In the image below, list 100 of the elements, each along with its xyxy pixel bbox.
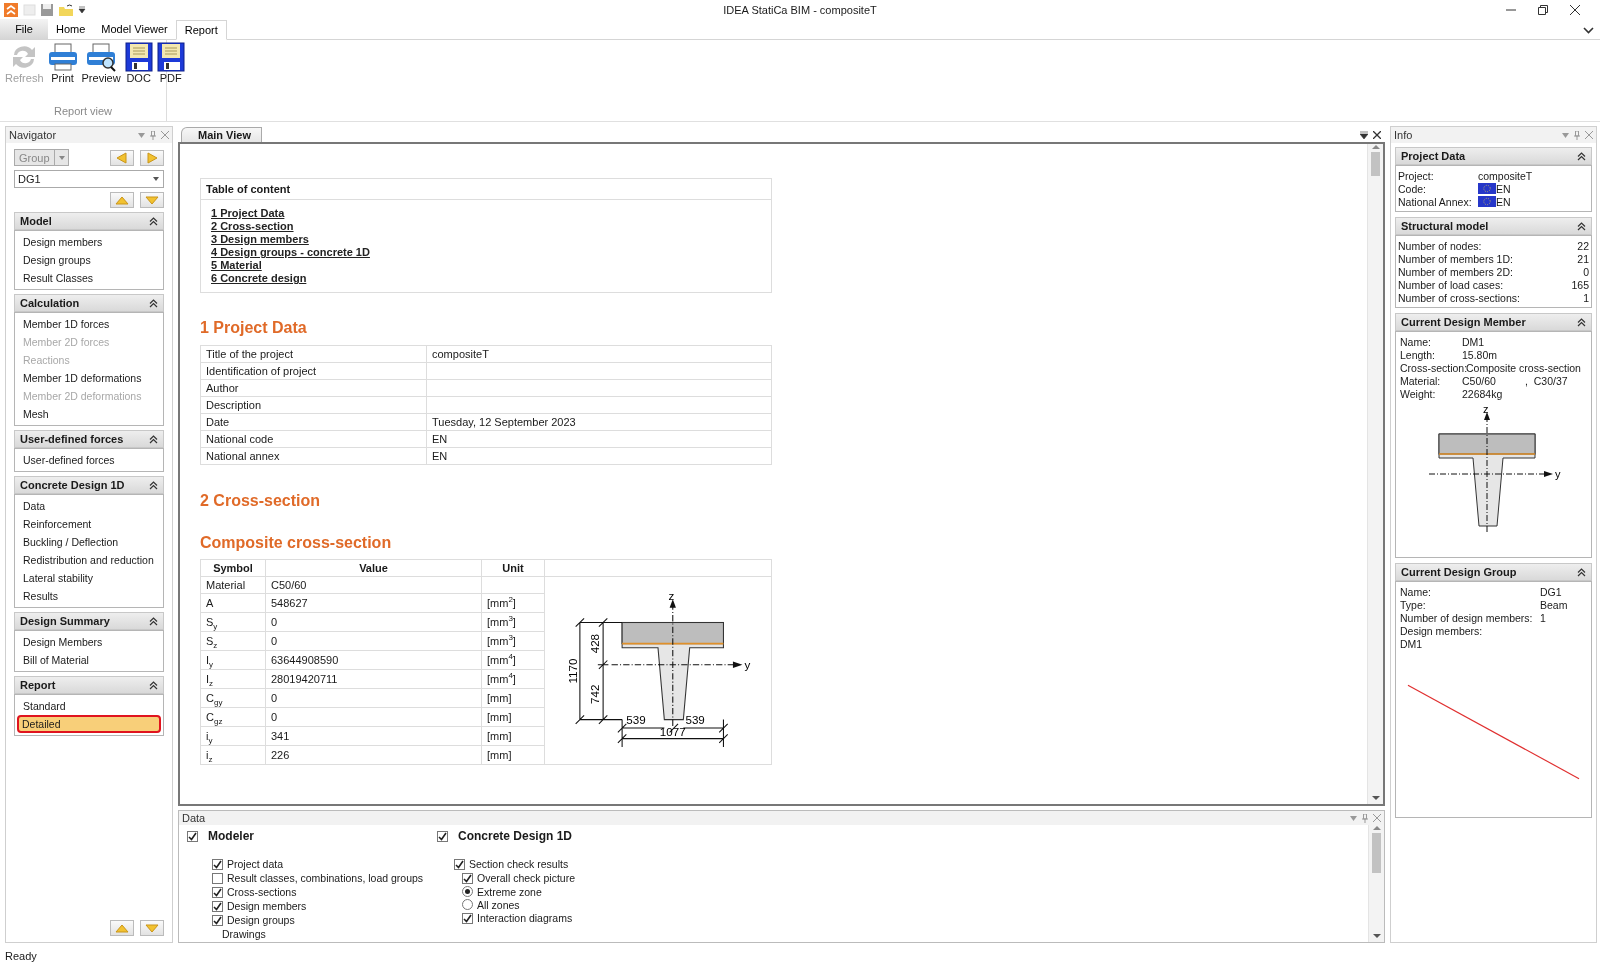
ribbon-button[interactable]: PDF — [155, 42, 186, 84]
restore-icon[interactable] — [1538, 5, 1548, 15]
toc-link[interactable]: 4 Design groups - concrete 1D — [211, 246, 370, 258]
close-icon[interactable] — [1570, 5, 1580, 15]
checkbox[interactable] — [212, 900, 223, 912]
collapse-icon[interactable] — [1577, 317, 1586, 327]
checkbox[interactable] — [187, 830, 198, 842]
ribbon-button[interactable]: Preview — [80, 42, 122, 84]
pin-icon[interactable] — [1574, 130, 1580, 140]
navigator-item[interactable]: Lateral stability — [17, 569, 161, 587]
table-cell: S$_{z}$ — [200, 631, 266, 651]
scrollbar-thumb[interactable] — [1372, 833, 1381, 873]
toc-link[interactable]: 2 Cross-section — [211, 220, 294, 232]
collapse-icon[interactable] — [149, 616, 158, 626]
navigator-item[interactable]: Data — [17, 497, 161, 515]
checkbox[interactable] — [454, 858, 465, 870]
ribbon-tab[interactable]: File — [0, 19, 48, 39]
navigator-item[interactable]: Results — [17, 587, 161, 605]
navigator-item[interactable]: Buckling / Deflection — [17, 533, 161, 551]
section-header[interactable]: Concrete Design 1D — [14, 476, 164, 494]
section-header[interactable]: Report — [14, 676, 164, 694]
collapse-icon[interactable] — [149, 434, 158, 444]
navigator-item[interactable]: Redistribution and reduction — [17, 551, 161, 569]
navigator-item[interactable]: Design members — [17, 233, 161, 251]
radio-button[interactable] — [462, 886, 473, 897]
toc-link[interactable]: 6 Concrete design — [211, 272, 307, 284]
section-header[interactable]: Design Summary — [14, 612, 164, 630]
checkbox[interactable] — [212, 886, 223, 898]
ribbon-button[interactable]: Print — [46, 42, 79, 84]
pin-icon[interactable] — [150, 130, 156, 140]
table-cell: compositeT — [426, 345, 772, 363]
app-logo-icon — [4, 3, 18, 17]
section-header[interactable]: Current Design Group — [1395, 563, 1592, 581]
flag-icon — [1478, 196, 1496, 207]
navigator-item[interactable]: Member 1D deformations — [17, 369, 161, 387]
scroll-down-icon[interactable] — [1372, 933, 1381, 939]
radio-button[interactable] — [462, 899, 473, 910]
section-header[interactable]: Project Data — [1395, 147, 1592, 165]
collapse-icon[interactable] — [1577, 151, 1586, 161]
table-cell: i$_{y}$ — [200, 726, 266, 746]
print-preview-icon — [86, 42, 117, 72]
document-tab[interactable]: Main View — [181, 127, 262, 142]
table-cell: I$_{y}$ — [200, 650, 266, 670]
collapse-icon[interactable] — [1577, 221, 1586, 231]
triangle-arrow-icon — [114, 922, 130, 934]
option-label: Design groups — [227, 914, 295, 926]
dropdown-icon[interactable] — [78, 6, 86, 14]
navigator-item[interactable]: Member 1D forces — [17, 315, 161, 333]
ribbon-button[interactable]: DOC — [123, 42, 154, 84]
navigator-item[interactable]: Mesh — [17, 405, 161, 423]
collapse-icon[interactable] — [149, 480, 158, 490]
pin-icon[interactable] — [1362, 813, 1368, 823]
section-header[interactable]: Structural model — [1395, 217, 1592, 235]
scroll-up-icon[interactable] — [1371, 144, 1380, 150]
chevron-down-icon[interactable] — [1583, 27, 1594, 34]
collapse-icon[interactable] — [149, 216, 158, 226]
printer-icon — [47, 42, 78, 72]
caret-icon — [53, 150, 68, 165]
navigator-item[interactable]: Bill of Material — [17, 651, 161, 669]
checkbox[interactable] — [212, 858, 223, 870]
navigator-item[interactable]: Reinforcement — [17, 515, 161, 533]
info-value: 21 — [1577, 252, 1589, 265]
member-dropdown[interactable]: DG1 — [14, 170, 164, 188]
option-label: Section check results — [469, 858, 569, 870]
navigator-item[interactable]: Detailed — [17, 715, 161, 733]
toc-link[interactable]: 5 Material — [211, 259, 262, 271]
checkbox[interactable] — [462, 872, 473, 884]
navigator-item[interactable]: Result Classes — [17, 269, 161, 287]
scrollbar[interactable] — [1367, 144, 1383, 804]
collapse-icon[interactable] — [149, 680, 158, 690]
triangle-arrow-icon — [114, 194, 130, 206]
ribbon-tab[interactable]: Home — [48, 19, 94, 39]
ribbon-tab[interactable]: Model Viewer — [93, 19, 176, 39]
scrollbar[interactable] — [1368, 825, 1384, 942]
ribbon-tab[interactable]: Report — [175, 20, 227, 40]
checkbox[interactable] — [212, 872, 223, 884]
scroll-down-icon[interactable] — [1371, 795, 1380, 801]
navigator-item[interactable]: Design groups — [17, 251, 161, 269]
section-header[interactable]: Current Design Member — [1395, 313, 1592, 331]
collapse-icon[interactable] — [1577, 567, 1586, 577]
checkbox[interactable] — [462, 912, 473, 924]
checkbox[interactable] — [437, 830, 448, 842]
section-header[interactable]: Calculation — [14, 294, 164, 312]
toc-link[interactable]: 1 Project Data — [211, 207, 285, 219]
section-header[interactable]: Model — [14, 212, 164, 230]
table-cell: National code — [200, 430, 427, 448]
table-cell: Author — [200, 379, 427, 397]
column-header: Value — [265, 559, 482, 577]
dropdown-icon[interactable] — [1360, 131, 1368, 139]
checkbox[interactable] — [212, 914, 223, 926]
group-title: Concrete Design 1D — [458, 829, 573, 843]
toc-link[interactable]: 3 Design members — [211, 233, 309, 245]
save-icon[interactable] — [40, 3, 54, 17]
navigator-item[interactable]: Standard — [17, 697, 161, 715]
close-icon[interactable] — [1373, 131, 1381, 139]
section-header[interactable]: User-defined forces — [14, 430, 164, 448]
scrollbar-thumb[interactable] — [1371, 152, 1380, 176]
collapse-icon[interactable] — [149, 298, 158, 308]
navigator-item[interactable]: Design Members — [17, 633, 161, 651]
table-cell: EN — [426, 447, 772, 465]
